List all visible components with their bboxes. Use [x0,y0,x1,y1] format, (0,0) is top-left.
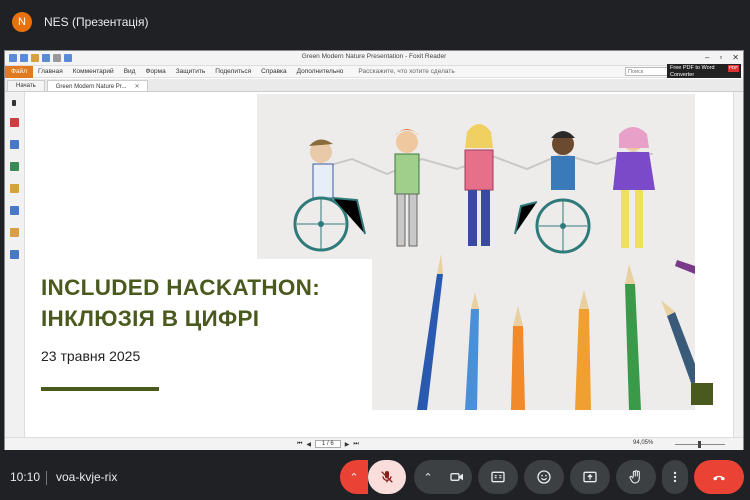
slide-accent-square [691,383,713,405]
tab-presentation[interactable]: Green Modern Nature Pr... ✕ [46,80,149,91]
more-icon [673,471,677,483]
menu-view[interactable]: Вид [119,68,141,75]
signature-icon[interactable] [10,250,19,259]
page-navigator: ⏮ ◀ 1 / 6 ▶ ⏭ [297,440,359,448]
audio-options-button[interactable]: ⌃ [340,460,368,494]
file-menu-tab[interactable]: Файл [5,65,33,78]
slide-date: 23 травня 2025 [41,348,141,364]
zoom-level[interactable]: 94,05% [633,440,653,446]
meet-controls-bar: 10:10 voa-kvje-rix ⌃ ⌃ [0,454,750,500]
captions-button[interactable] [478,460,518,494]
more-options-button[interactable] [662,460,688,494]
separator [46,471,47,485]
presentation-slide: INCLUDED HACKATHON: ІНКЛЮЗІЯ В ЦИФРІ 23 … [27,94,695,434]
promo-badge: PDF [728,65,739,72]
camera-toggle-button[interactable] [442,460,472,494]
search-input[interactable]: Поиск [625,67,673,76]
chevron-up-icon: ⌃ [423,470,433,484]
menu-extra[interactable]: Дополнительно [292,68,349,75]
next-page-icon[interactable]: ▶ [345,441,350,448]
minimize-icon[interactable]: – [705,53,709,62]
presenter-label: NES (Презентація) [44,15,149,29]
reactions-button[interactable] [524,460,564,494]
clock: 10:10 [10,470,41,484]
promo-line-2: Converter [670,71,695,78]
tab-close-icon[interactable]: ✕ [134,84,139,90]
mic-toggle-button[interactable] [368,460,406,494]
shared-screen: Green Modern Nature Presentation - Foxit… [4,50,744,450]
maximize-icon[interactable]: ▫ [719,53,722,62]
attachments-icon[interactable] [10,206,19,215]
tab-start[interactable]: Начать [7,80,45,91]
menu-home[interactable]: Главная [33,68,68,75]
close-icon[interactable]: ✕ [732,53,739,62]
menu-comment[interactable]: Комментарий [68,68,119,75]
lock-icon[interactable] [10,228,19,237]
presenter-avatar: N [12,12,32,32]
left-tool-panel [5,92,25,437]
slide-title-line-1: INCLUDED HACKATHON: [41,275,321,300]
status-bar: ⏮ ◀ 1 / 6 ▶ ⏭ 94,05% [5,437,743,450]
first-page-icon[interactable]: ⏮ [297,441,302,448]
layers-icon[interactable] [10,162,19,171]
raise-hand-button[interactable] [616,460,656,494]
present-icon [583,471,597,483]
promo-banner[interactable]: Free PDF to Word Converter PDF [667,64,741,78]
slide-accent-rule [41,387,159,391]
ribbon-menu: Файл Главная Комментарий Вид Форма Защит… [5,65,743,78]
window-controls: – ▫ ✕ [705,53,739,62]
captions-icon [491,471,505,483]
meet-top-bar: N NES (Презентація) [0,0,750,44]
present-button[interactable] [570,460,610,494]
leave-call-button[interactable] [694,460,744,494]
meeting-code: voa-kvje-rix [56,470,118,484]
tell-me-input[interactable]: Расскажите, что хотите сделать [358,68,454,75]
tab-presentation-label: Green Modern Nature Pr... [55,84,127,90]
slide-title: INCLUDED HACKATHON: ІНКЛЮЗІЯ В ЦИФРІ [41,272,320,334]
last-page-icon[interactable]: ⏭ [353,441,358,448]
app-title-bar: Green Modern Nature Presentation - Foxit… [5,51,743,66]
chevron-up-icon: ⌃ [349,470,359,484]
prev-page-icon[interactable]: ◀ [306,441,311,448]
menu-protect[interactable]: Защитить [171,68,211,75]
camera-icon [450,473,463,481]
raise-hand-icon [629,470,640,484]
comments-icon[interactable] [10,184,19,193]
tab-start-label: Начать [16,83,36,89]
menu-help[interactable]: Справка [256,68,292,75]
zoom-slider-knob[interactable] [698,441,701,448]
panel-arrow-icon[interactable] [12,100,16,106]
document-tab-bar: Начать Green Modern Nature Pr... ✕ [5,79,743,92]
app-window-title: Green Modern Nature Presentation - Foxit… [301,53,447,60]
pages-icon[interactable] [10,140,19,149]
vertical-scrollbar[interactable] [733,92,743,437]
slide-title-line-2: ІНКЛЮЗІЯ В ЦИФРІ [41,306,260,331]
menu-form[interactable]: Форма [140,68,170,75]
video-options-button[interactable]: ⌃ [414,460,442,494]
mic-off-icon [381,471,393,483]
end-call-icon [713,475,725,481]
page-indicator-input[interactable]: 1 / 6 [315,440,341,448]
emoji-icon [537,470,551,484]
meet-window: N NES (Презентація) Green Modern Nature … [0,0,750,500]
menu-share[interactable]: Поделиться [210,68,256,75]
bookmark-icon[interactable] [10,118,19,127]
